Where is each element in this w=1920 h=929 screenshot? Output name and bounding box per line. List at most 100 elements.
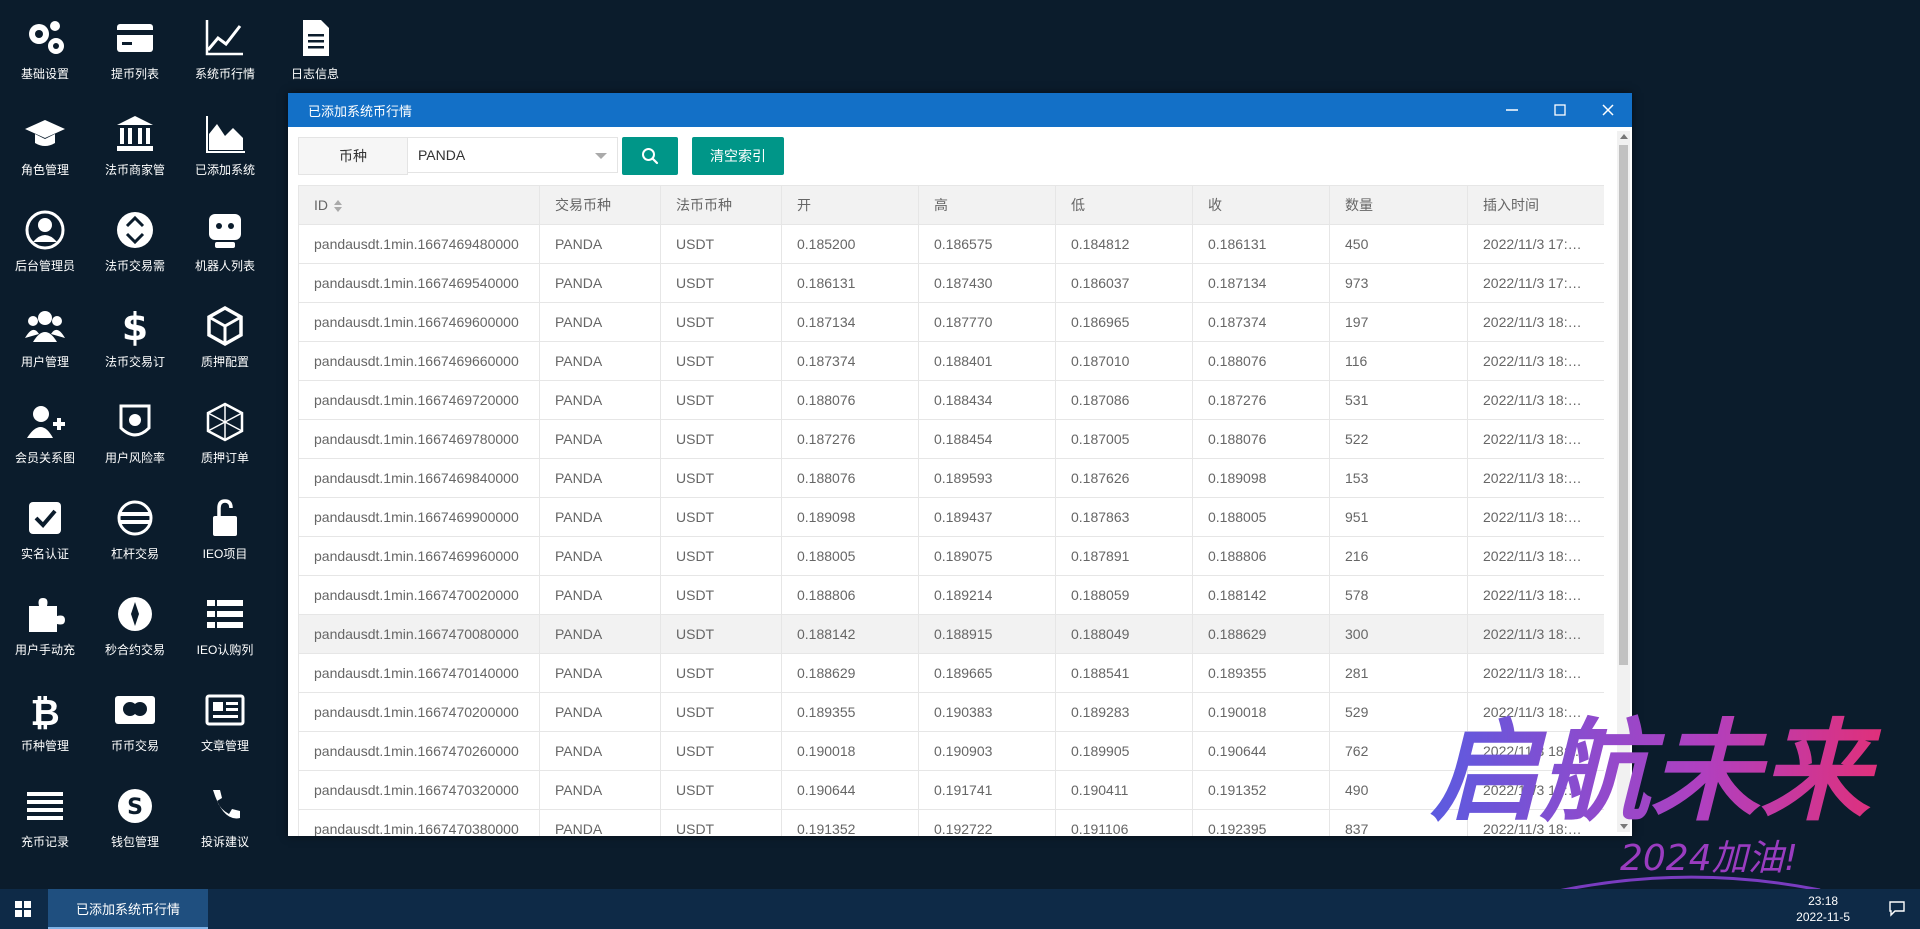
table-cell: 973 <box>1329 263 1468 303</box>
desktop-icon[interactable]: 提币列表 <box>90 14 180 82</box>
clock-date: 2022-11-5 <box>1796 910 1850 924</box>
table-cell: 2022/11/3 18:02:00 <box>1467 380 1604 420</box>
desktop-icon[interactable]: 文章管理 <box>180 686 270 754</box>
table-row[interactable]: pandausdt.1min.1667469900000 PANDA USDT 0.1… <box>298 497 1604 537</box>
table-row[interactable]: pandausdt.1min.1667470320000 PANDA USDT 0.1… <box>298 770 1604 810</box>
table-row[interactable]: pandausdt.1min.1667470200000 PANDA USDT 0.1… <box>298 692 1604 732</box>
table-cell: 2022/11/3 18:12:00 <box>1467 770 1604 810</box>
desktop-icon[interactable]: IEO项目 <box>180 494 270 562</box>
table-cell: PANDA <box>539 341 661 381</box>
table-cell: 0.189437 <box>918 497 1056 537</box>
desktop-icon[interactable]: 质押订单 <box>180 398 270 466</box>
search-button[interactable] <box>622 137 678 175</box>
desktop-icon[interactable]: ₿ 币种管理 <box>0 686 90 754</box>
table-row[interactable]: pandausdt.1min.1667469480000 PANDA USDT 0.1… <box>298 224 1604 264</box>
desktop-icon[interactable]: 角色管理 <box>0 110 90 178</box>
desktop-icon[interactable]: 秒合约交易 <box>90 590 180 658</box>
desktop-icon[interactable]: 质押配置 <box>180 302 270 370</box>
table-cell: USDT <box>660 263 782 303</box>
table-cell: USDT <box>660 380 782 420</box>
table-cell: 837 <box>1329 809 1468 836</box>
desktop-icon[interactable]: 用户风险率 <box>90 398 180 466</box>
table-cell: 0.190383 <box>918 692 1056 732</box>
desktop-icon-label: 充币记录 <box>20 835 69 849</box>
table-row[interactable]: pandausdt.1min.1667470020000 PANDA USDT 0.1… <box>298 575 1604 615</box>
desktop-icon[interactable]: 已添加系统 <box>180 110 270 178</box>
table-row[interactable]: pandausdt.1min.1667470260000 PANDA USDT 0.1… <box>298 731 1604 771</box>
desktop-icon[interactable]: 法币商家管 <box>90 110 180 178</box>
desktop-icon-label: 用户管理 <box>20 355 69 369</box>
desktop-icon[interactable]: S 钱包管理 <box>90 782 180 850</box>
table-cell: 197 <box>1329 302 1468 342</box>
table-cell: 0.190018 <box>1192 692 1330 732</box>
vertical-scrollbar[interactable] <box>1617 131 1630 832</box>
column-header: 法币币种 <box>660 185 782 225</box>
column-header: 收 <box>1192 185 1330 225</box>
unlock-icon <box>213 499 237 536</box>
table-cell: 0.187770 <box>918 302 1056 342</box>
notification-button[interactable] <box>1888 899 1906 922</box>
desktop-icon[interactable]: 用户管理 <box>0 302 90 370</box>
table-row[interactable]: pandausdt.1min.1667469780000 PANDA USDT 0.1… <box>298 419 1604 459</box>
table-cell: 300 <box>1329 614 1468 654</box>
close-button[interactable] <box>1584 93 1632 127</box>
desktop-icon-label: 角色管理 <box>20 163 69 177</box>
taskbar-clock[interactable]: 23:18 2022-11-5 <box>1796 893 1850 925</box>
column-header[interactable]: ID <box>298 185 540 225</box>
minimize-button[interactable] <box>1488 93 1536 127</box>
table-row[interactable]: pandausdt.1min.1667470380000 PANDA USDT 0.1… <box>298 809 1604 836</box>
desktop-icon[interactable]: 后台管理员 <box>0 206 90 274</box>
graduation-cap-icon <box>25 120 65 146</box>
start-button[interactable] <box>0 889 46 929</box>
desktop-icon[interactable]: 机器人列表 <box>180 206 270 274</box>
table-cell: pandausdt.1min.1667470020000 <box>298 575 540 615</box>
desktop-icon[interactable]: 充币记录 <box>0 782 90 850</box>
desktop-icon[interactable]: 实名认证 <box>0 494 90 562</box>
desktop-icon[interactable]: $ 法币交易订 <box>90 302 180 370</box>
table-cell: 2022/11/3 18:00:00 <box>1467 302 1604 342</box>
table-cell: 0.189665 <box>918 653 1056 693</box>
watermark-sub-text: 2024加油! <box>1620 838 1798 879</box>
table-cell: 762 <box>1329 731 1468 771</box>
table-cell: USDT <box>660 536 782 576</box>
scroll-down-icon[interactable] <box>1620 824 1628 829</box>
table-row[interactable]: pandausdt.1min.1667469660000 PANDA USDT 0.1… <box>298 341 1604 381</box>
table-row[interactable]: pandausdt.1min.1667469540000 PANDA USDT 0.1… <box>298 263 1604 303</box>
desktop-icon-label: 用户手动充 <box>14 643 75 657</box>
desktop-icon[interactable]: 币币交易 <box>90 686 180 754</box>
taskbar-item-market-window[interactable]: 已添加系统币行情 <box>48 889 208 929</box>
table-row[interactable]: pandausdt.1min.1667469840000 PANDA USDT 0.1… <box>298 458 1604 498</box>
window-titlebar[interactable]: 已添加系统币行情 <box>288 93 1632 127</box>
desktop-icon[interactable]: 日志信息 <box>270 14 360 82</box>
sort-icon[interactable] <box>334 200 342 213</box>
table-row[interactable]: pandausdt.1min.1667470140000 PANDA USDT 0.1… <box>298 653 1604 693</box>
table-cell: 0.187134 <box>781 302 919 342</box>
table-row[interactable]: pandausdt.1min.1667469960000 PANDA USDT 0.1… <box>298 536 1604 576</box>
table-cell: pandausdt.1min.1667469900000 <box>298 497 540 537</box>
table-row[interactable]: pandausdt.1min.1667470080000 PANDA USDT 0.1… <box>298 614 1604 654</box>
desktop-icon[interactable]: IEO认购列 <box>180 590 270 658</box>
table-row[interactable]: pandausdt.1min.1667469600000 PANDA USDT 0.1… <box>298 302 1604 342</box>
table-cell: USDT <box>660 770 782 810</box>
scrollbar-thumb[interactable] <box>1619 145 1628 665</box>
scroll-up-icon[interactable] <box>1620 134 1628 139</box>
table-cell: USDT <box>660 731 782 771</box>
coin-select[interactable]: PANDA <box>408 137 618 173</box>
table-cell: 0.186965 <box>1055 302 1193 342</box>
desktop-icon[interactable]: 会员关系图 <box>0 398 90 466</box>
desktop-icon[interactable]: 基础设置 <box>0 14 90 82</box>
desktop-icon-label: 用户风险率 <box>104 451 165 465</box>
maximize-button[interactable] <box>1536 93 1584 127</box>
desktop-icon[interactable]: 投诉建议 <box>180 782 270 850</box>
clear-index-button[interactable]: 清空索引 <box>692 137 784 175</box>
desktop-icon[interactable]: 杠杆交易 <box>90 494 180 562</box>
desktop-icon-label: 文章管理 <box>200 739 249 753</box>
desktop-icon[interactable]: 用户手动充 <box>0 590 90 658</box>
table-cell: 2022/11/3 18:06:00 <box>1467 536 1604 576</box>
table-cell: 0.187626 <box>1055 458 1193 498</box>
table-cell: 0.189098 <box>1192 458 1330 498</box>
desktop-icon[interactable]: 系统币行情 <box>180 14 270 82</box>
table-row[interactable]: pandausdt.1min.1667469720000 PANDA USDT 0.1… <box>298 380 1604 420</box>
desktop-icon[interactable]: 法币交易需 <box>90 206 180 274</box>
column-header-label: 法币币种 <box>676 197 732 213</box>
